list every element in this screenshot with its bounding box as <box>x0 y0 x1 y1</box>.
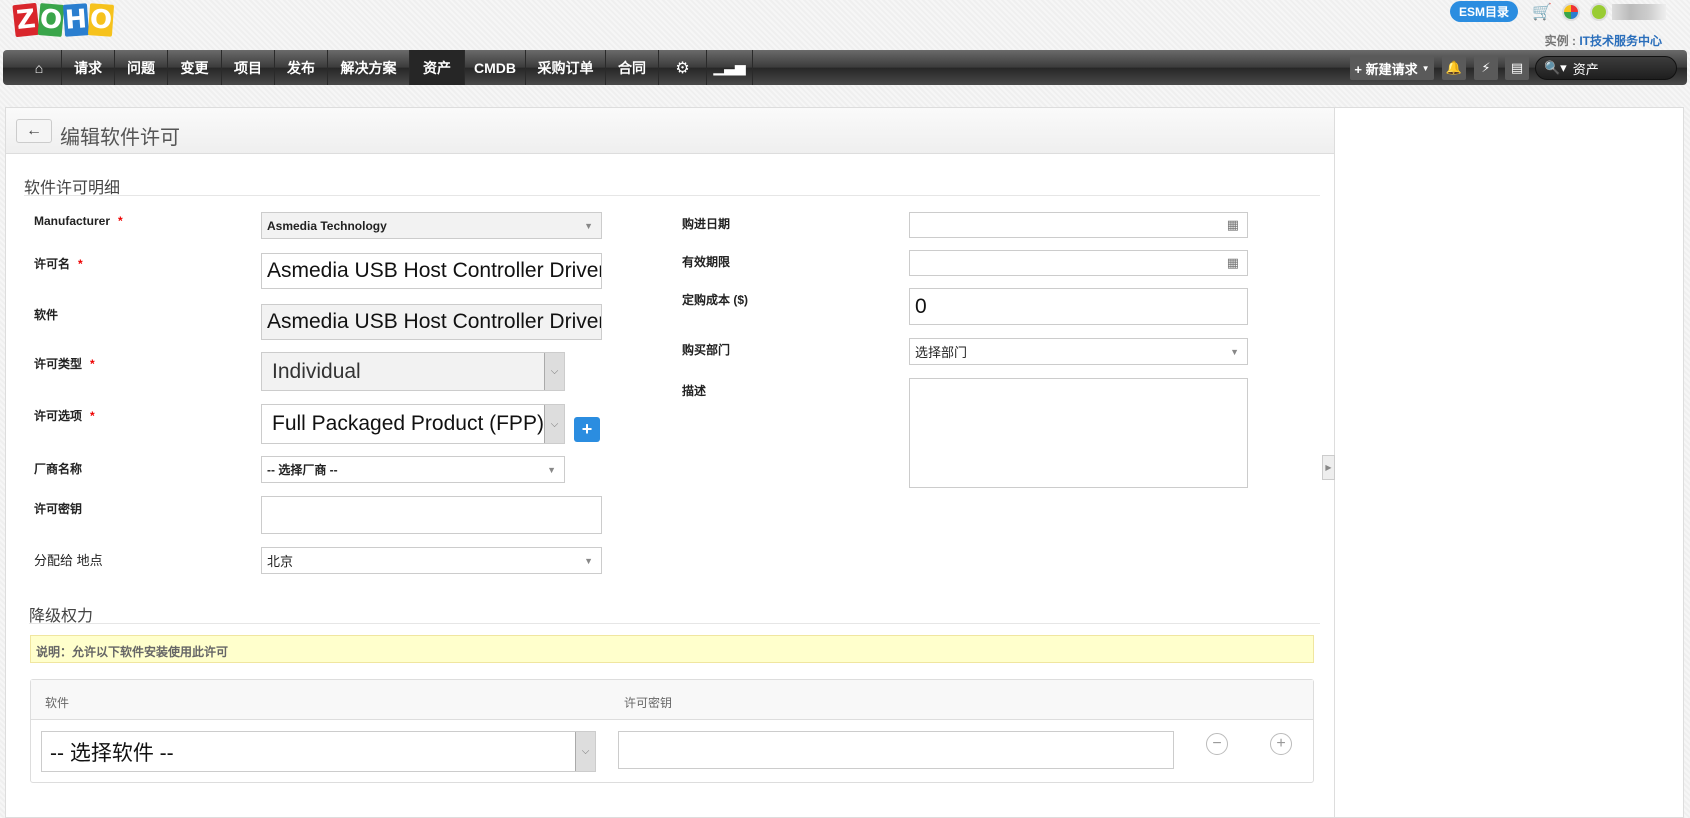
cost-label: 定购成本 ($) <box>682 293 749 307</box>
new-request-button[interactable]: + 新建请求 ▼ <box>1350 56 1434 80</box>
nav-releases[interactable]: 发布 <box>275 50 328 85</box>
license-name-input[interactable]: Asmedia USB Host Controller Driver <box>261 253 602 289</box>
vendor-select[interactable]: -- 选择厂商 -- ▼ <box>261 456 565 483</box>
column-header-license-key: 许可密钥 <box>624 696 673 710</box>
gear-icon[interactable]: ⚙ <box>659 50 707 85</box>
column-header-software: 软件 <box>45 696 70 710</box>
chevron-down-icon: ⌵ <box>544 353 564 390</box>
license-type-label: 许可类型 * <box>34 357 95 371</box>
nav-cmdb[interactable]: CMDB <box>465 50 526 85</box>
help-icon[interactable] <box>1590 3 1608 21</box>
nav-purchase-orders[interactable]: 采购订单 <box>526 50 606 85</box>
license-name-label: 许可名 * <box>34 257 83 271</box>
caret-down-icon: ▼ <box>584 555 593 566</box>
row-license-key-input[interactable] <box>618 731 1174 769</box>
expiry-date-input[interactable]: ▦ <box>909 250 1248 276</box>
calendar-icon[interactable]: ▦ <box>1227 255 1239 271</box>
chevron-down-icon: ⌵ <box>575 732 595 771</box>
add-license-option-button[interactable]: + <box>574 417 600 442</box>
zoho-logo: Z O H O <box>12 2 115 38</box>
description-label: 描述 <box>682 384 707 398</box>
department-label: 购买部门 <box>682 343 731 357</box>
site-select[interactable]: 北京 ▼ <box>261 547 602 574</box>
caret-down-icon: ▼ <box>1421 63 1430 73</box>
document-icon[interactable]: ▤ <box>1505 56 1529 80</box>
cost-input[interactable]: 0 <box>909 288 1248 325</box>
home-icon[interactable]: ⌂ <box>3 50 62 85</box>
back-button[interactable]: ← <box>16 119 52 143</box>
divider <box>24 195 1320 196</box>
license-option-label: 许可选项 * <box>34 409 95 423</box>
expiry-date-label: 有效期限 <box>682 255 731 269</box>
downgrade-note: 说明：允许以下软件安装使用此许可 <box>30 635 1314 663</box>
purchase-date-label: 购进日期 <box>682 217 731 231</box>
nav-assets[interactable]: 资产 <box>410 50 465 85</box>
nav-requests[interactable]: 请求 <box>62 50 115 85</box>
software-select[interactable]: -- 选择软件 -- ⌵ <box>41 731 596 772</box>
manufacturer-select[interactable]: Asmedia Technology ▼ <box>261 212 602 239</box>
caret-down-icon: ▼ <box>584 220 593 231</box>
site-label: 分配给 地点 <box>34 553 103 568</box>
instance-info[interactable]: 实例 : IT技术服务中心 <box>1545 32 1662 49</box>
caret-down-icon: ▼ <box>1230 346 1239 357</box>
nav-projects[interactable]: 项目 <box>222 50 275 85</box>
bell-icon[interactable]: 🔔 <box>1442 56 1466 80</box>
add-row-button[interactable]: + <box>1270 733 1292 755</box>
nav-contracts[interactable]: 合同 <box>606 50 659 85</box>
main-nav: ⌂ 请求 问题 变更 项目 发布 解决方案 资产 CMDB 采购订单 合同 ⚙ … <box>3 50 1687 85</box>
manufacturer-label: Manufacturer * <box>34 214 123 228</box>
nav-solutions[interactable]: 解决方案 <box>328 50 410 85</box>
user-avatar[interactable] <box>1612 4 1666 20</box>
divider <box>29 623 1320 624</box>
software-input[interactable]: Asmedia USB Host Controller Driver <box>261 304 602 340</box>
apps-icon[interactable] <box>1562 3 1580 21</box>
nav-changes[interactable]: 变更 <box>168 50 222 85</box>
chevron-down-icon: ⌵ <box>544 405 564 443</box>
purchase-date-input[interactable]: ▦ <box>909 212 1248 238</box>
license-type-select[interactable]: Individual ⌵ <box>261 352 565 391</box>
search-box[interactable]: 🔍▾ 资产 <box>1535 56 1677 80</box>
search-icon[interactable]: 🔍▾ <box>1544 60 1567 76</box>
caret-down-icon: ▼ <box>547 464 556 475</box>
description-textarea[interactable] <box>909 378 1248 488</box>
page-title: 编辑软件许可 <box>60 127 180 149</box>
license-option-select[interactable]: Full Packaged Product (FPP) ⌵ <box>261 404 565 444</box>
software-label: 软件 <box>34 308 59 322</box>
nav-problems[interactable]: 问题 <box>115 50 168 85</box>
cart-icon[interactable]: 🛒 <box>1532 2 1552 22</box>
reports-chart-icon[interactable]: ▁▃▅ <box>707 50 753 85</box>
license-key-label: 许可密钥 <box>34 502 83 516</box>
lightning-icon[interactable]: ⚡ <box>1474 56 1498 80</box>
remove-row-button[interactable]: − <box>1206 733 1228 755</box>
side-panel <box>1335 107 1684 818</box>
vendor-label: 厂商名称 <box>34 462 83 476</box>
collapse-handle[interactable]: ▶ <box>1322 455 1335 480</box>
department-select[interactable]: 选择部门 ▼ <box>909 338 1248 365</box>
title-bar <box>6 108 1334 154</box>
esm-catalog-button[interactable]: ESM目录 <box>1450 1 1518 22</box>
calendar-icon[interactable]: ▦ <box>1227 217 1239 233</box>
arrow-left-icon: ← <box>26 122 42 139</box>
license-key-input[interactable] <box>261 496 602 534</box>
